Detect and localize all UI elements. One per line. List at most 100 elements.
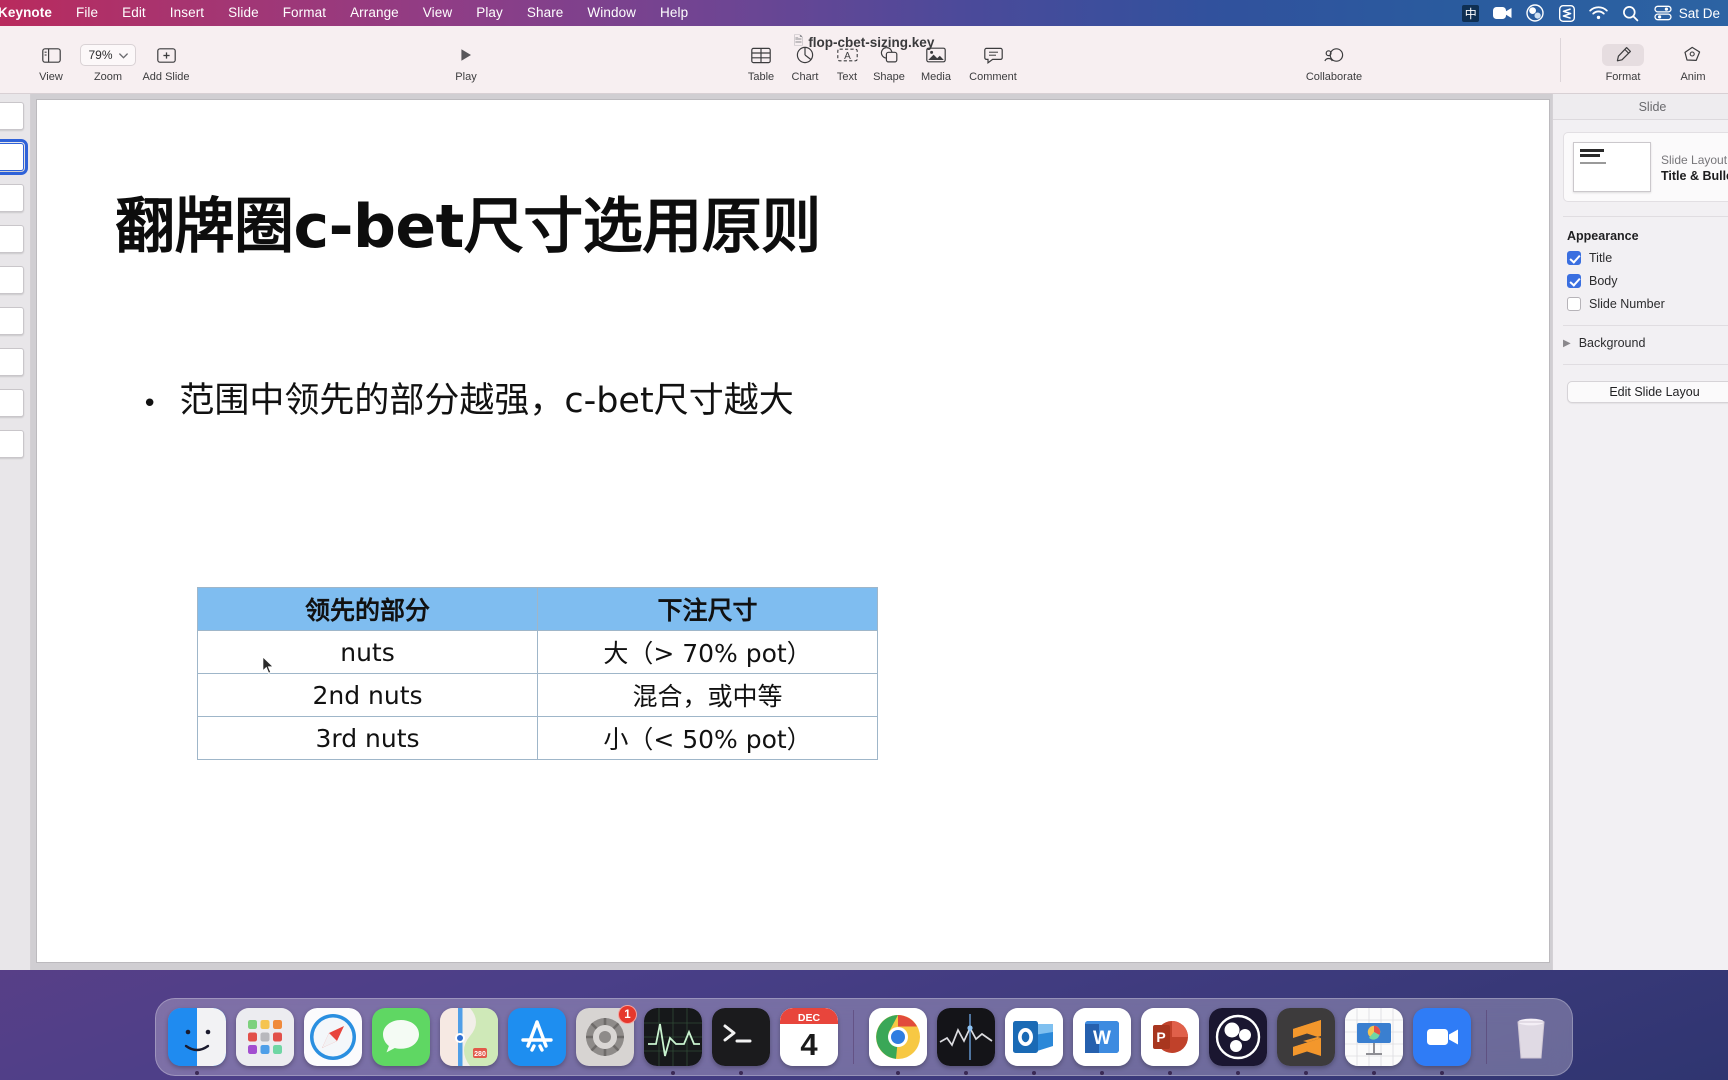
keynote-window: 🗎 flop-cbet-sizing.key View 79% Zoom Add…: [0, 26, 1728, 970]
menu-bar-status-area: 中 Sat De: [1455, 0, 1728, 26]
menu-item-play[interactable]: Play: [464, 0, 515, 26]
background-section[interactable]: ▶ Background: [1563, 336, 1728, 350]
slide-thumbnail-3[interactable]: [0, 184, 24, 212]
sublime-text-icon[interactable]: [1551, 0, 1583, 26]
slide-navigator[interactable]: [0, 94, 31, 970]
dock-item-zoom[interactable]: [1413, 1008, 1471, 1075]
table-cell-r1c2[interactable]: 大（> 70% pot）: [537, 630, 878, 674]
table-cell-r3c2[interactable]: 小（< 50% pot）: [537, 716, 878, 760]
table-cell-r2c2[interactable]: 混合，或中等: [537, 673, 878, 717]
slide-layout-card[interactable]: Slide Layout Title & Bulle: [1563, 132, 1728, 202]
input-source-icon[interactable]: 中: [1455, 0, 1487, 26]
text-box-icon: A: [836, 44, 858, 66]
menu-item-slide[interactable]: Slide: [216, 0, 271, 26]
slide-number-checkbox[interactable]: [1567, 297, 1581, 311]
dock-item-outlook[interactable]: [1005, 1008, 1063, 1075]
body-checkbox-label: Body: [1589, 274, 1618, 288]
body-checkbox[interactable]: [1567, 274, 1581, 288]
background-label: Background: [1578, 336, 1646, 350]
slide-thumbnail-2[interactable]: [0, 139, 28, 175]
table-cell-r2c1[interactable]: 2nd nuts: [197, 673, 538, 717]
comment-button[interactable]: Comment: [960, 44, 1026, 83]
dock-item-sublime-text[interactable]: [1277, 1008, 1335, 1075]
appearance-checkbox-title[interactable]: Title: [1567, 251, 1728, 265]
menu-item-view[interactable]: View: [411, 0, 464, 26]
dock-item-trash[interactable]: [1502, 1008, 1560, 1066]
table-label: Table: [747, 71, 775, 83]
slide-canvas[interactable]: 翻牌圈c-bet尺寸选用原则 • 范围中领先的部分越强，c-bet尺寸越大 领先…: [37, 100, 1549, 962]
trash-icon: [1502, 1008, 1560, 1066]
stocks-icon: [937, 1008, 995, 1066]
dock-item-word[interactable]: W: [1073, 1008, 1131, 1075]
menu-item-window[interactable]: Window: [575, 0, 648, 26]
running-indicator: [195, 1071, 199, 1075]
appearance-checkbox-slide-number[interactable]: Slide Number: [1567, 297, 1728, 311]
slide-table[interactable]: 领先的部分 下注尺寸 nuts 大（> 70% pot） 2nd nuts 混合…: [197, 587, 878, 760]
dock-item-app-store[interactable]: [508, 1008, 566, 1066]
sidebar-panel-icon: [41, 44, 61, 66]
table-header-cell-1[interactable]: 领先的部分: [197, 587, 538, 631]
slide-thumbnail-9[interactable]: [0, 430, 24, 458]
slide-thumbnail-8[interactable]: [0, 389, 24, 417]
table-cell-r3c1[interactable]: 3rd nuts: [197, 716, 538, 760]
media-label: Media: [921, 71, 951, 83]
slide-thumbnail-5[interactable]: [0, 266, 24, 294]
table-cell-r1c1[interactable]: nuts: [197, 630, 538, 674]
slide-thumbnail-4[interactable]: [0, 225, 24, 253]
slide-title[interactable]: 翻牌圈c-bet尺寸选用原则: [115, 178, 821, 265]
spotlight-search-icon[interactable]: [1615, 0, 1647, 26]
animate-button[interactable]: Anim: [1660, 44, 1726, 83]
format-brush-icon: [1602, 44, 1644, 66]
dock-item-safari[interactable]: [304, 1008, 362, 1066]
slide-canvas-area[interactable]: 翻牌圈c-bet尺寸选用原则 • 范围中领先的部分越强，c-bet尺寸越大 领先…: [31, 94, 1728, 970]
title-checkbox[interactable]: [1567, 251, 1581, 265]
dock-item-messages[interactable]: [372, 1008, 430, 1066]
dock-item-calendar[interactable]: DEC 4: [780, 1008, 838, 1066]
slide-bullet-item[interactable]: • 范围中领先的部分越强，c-bet尺寸越大: [142, 372, 794, 423]
text-label: Text: [836, 71, 858, 83]
dock-item-launchpad[interactable]: [236, 1008, 294, 1066]
menu-item-arrange[interactable]: Arrange: [338, 0, 411, 26]
inspector-tab-slide[interactable]: Slide: [1639, 100, 1667, 114]
menu-item-share[interactable]: Share: [515, 0, 576, 26]
menu-item-app[interactable]: Keynote: [0, 0, 64, 26]
dock-item-stocks[interactable]: [937, 1008, 995, 1075]
wifi-icon[interactable]: [1583, 0, 1615, 26]
dock-item-maps[interactable]: 280: [440, 1008, 498, 1066]
menu-item-edit[interactable]: Edit: [110, 0, 158, 26]
dock: 280 1 DEC 4 W P: [155, 998, 1573, 1076]
slide-thumbnail-7[interactable]: [0, 348, 24, 376]
slide-thumbnail-1[interactable]: [0, 102, 24, 130]
running-indicator: [1440, 1071, 1444, 1075]
play-button[interactable]: Play: [433, 44, 499, 83]
menu-item-format[interactable]: Format: [271, 0, 338, 26]
format-button[interactable]: Format: [1590, 44, 1656, 83]
launchpad-icon: [236, 1008, 294, 1066]
bullet-marker-icon: •: [142, 389, 158, 419]
menu-item-insert[interactable]: Insert: [158, 0, 216, 26]
svg-text:W: W: [1093, 1028, 1111, 1049]
menu-bar-clock[interactable]: Sat De: [1679, 6, 1726, 21]
dock-item-finder[interactable]: [168, 1008, 226, 1075]
dock-item-powerpoint[interactable]: P: [1141, 1008, 1199, 1075]
screen-recording-icon[interactable]: [1487, 0, 1519, 26]
dock-item-google-chrome[interactable]: [869, 1008, 927, 1075]
menu-item-help[interactable]: Help: [648, 0, 700, 26]
appearance-checkbox-body[interactable]: Body: [1567, 274, 1728, 288]
slide-thumbnail-6[interactable]: [0, 307, 24, 335]
edit-slide-layout-button[interactable]: Edit Slide Layou: [1567, 381, 1728, 403]
sublime-text-icon: [1277, 1008, 1335, 1066]
svg-text:4: 4: [800, 1027, 818, 1062]
obs-icon[interactable]: [1519, 0, 1551, 26]
control-center-icon[interactable]: [1647, 0, 1679, 26]
dock-item-terminal[interactable]: [712, 1008, 770, 1075]
dock-item-obs-studio[interactable]: [1209, 1008, 1267, 1075]
collaborate-button[interactable]: Collaborate: [1284, 44, 1384, 83]
slide-layout-thumbnail[interactable]: [1573, 142, 1651, 192]
add-slide-button[interactable]: Add Slide: [126, 44, 206, 83]
dock-item-activity-monitor[interactable]: [644, 1008, 702, 1075]
table-header-cell-2[interactable]: 下注尺寸: [537, 587, 878, 631]
dock-item-system-settings[interactable]: 1: [576, 1005, 637, 1066]
menu-item-file[interactable]: File: [64, 0, 110, 26]
dock-item-keynote[interactable]: [1345, 1008, 1403, 1075]
